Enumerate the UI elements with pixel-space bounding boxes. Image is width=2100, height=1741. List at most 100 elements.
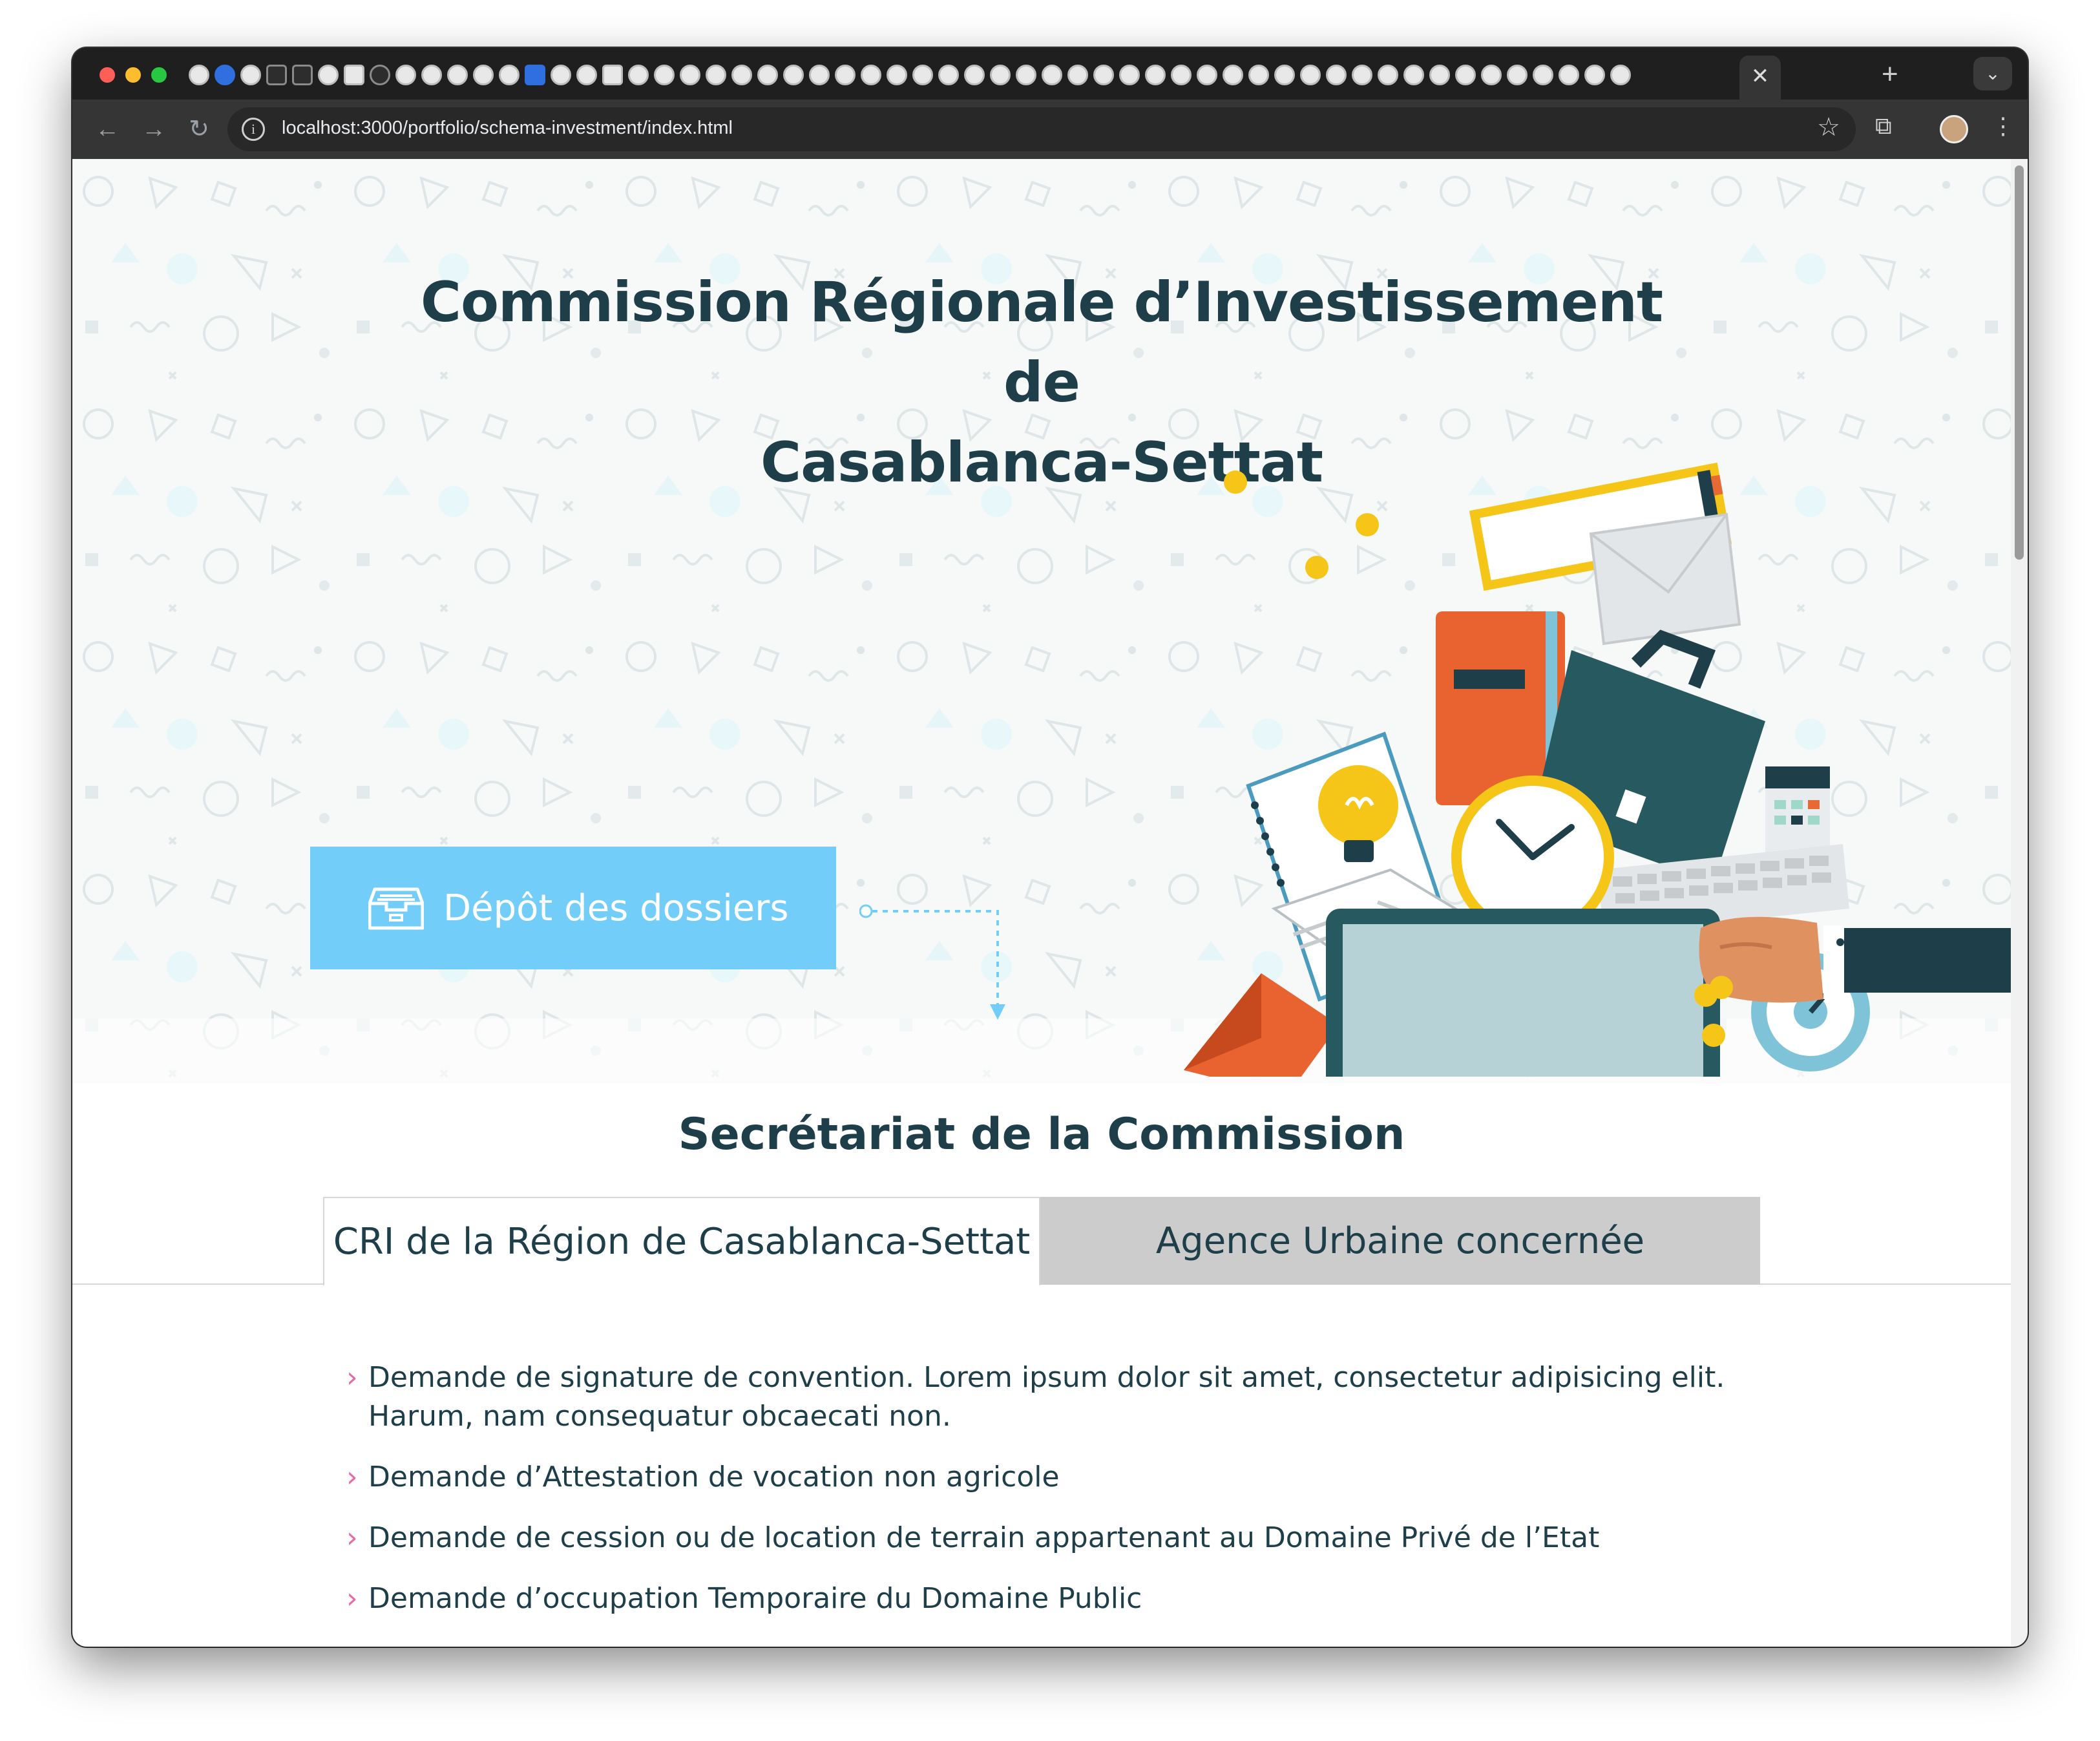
title-line-1: Commission Régionale d’Investissement de bbox=[420, 270, 1663, 415]
page-scrollbar[interactable] bbox=[2011, 159, 2028, 1647]
active-tab-close-button[interactable]: ✕ bbox=[1739, 56, 1781, 100]
site-info-icon[interactable]: i bbox=[242, 118, 265, 141]
tab-favicon[interactable] bbox=[680, 65, 700, 85]
tab-favicon[interactable] bbox=[757, 65, 778, 85]
tab-favicon[interactable] bbox=[809, 65, 830, 85]
dashed-down-arrow-icon bbox=[872, 910, 1005, 1020]
tab-favicon[interactable] bbox=[1145, 65, 1166, 85]
tab-favicon[interactable] bbox=[240, 65, 261, 85]
close-window-button[interactable] bbox=[100, 67, 115, 83]
tab-favicon[interactable] bbox=[1016, 65, 1036, 85]
tab-favicon[interactable] bbox=[628, 65, 649, 85]
profile-avatar[interactable] bbox=[1940, 115, 1968, 143]
tab-favicon[interactable] bbox=[1559, 65, 1579, 85]
pinned-tabs bbox=[189, 62, 1631, 88]
chevron-right-icon: › bbox=[346, 1521, 358, 1554]
tab-search-chevron-icon[interactable]: ⌄ bbox=[1973, 57, 2012, 90]
tab-favicon[interactable] bbox=[731, 65, 752, 85]
tab-favicon[interactable] bbox=[1248, 65, 1269, 85]
tab-favicon[interactable] bbox=[1610, 65, 1631, 85]
tab-favicon[interactable] bbox=[525, 65, 545, 85]
minimize-window-button[interactable] bbox=[125, 67, 141, 83]
list-item: › Demande de cession ou de location de t… bbox=[346, 1519, 1768, 1557]
tab-favicon[interactable] bbox=[912, 65, 933, 85]
tab-favicon[interactable] bbox=[551, 65, 571, 85]
tab-favicon[interactable] bbox=[938, 65, 959, 85]
tab-favicon[interactable] bbox=[1274, 65, 1295, 85]
tab-favicon[interactable] bbox=[1171, 65, 1192, 85]
url-text[interactable]: localhost:3000/portfolio/schema-investme… bbox=[282, 118, 733, 139]
tab-favicon[interactable] bbox=[1507, 65, 1528, 85]
chevron-right-icon: › bbox=[346, 1461, 358, 1493]
tab-agence-urbaine[interactable]: Agence Urbaine concernée bbox=[1040, 1197, 1760, 1285]
tab-favicon[interactable] bbox=[964, 65, 985, 85]
tab-favicon[interactable] bbox=[783, 65, 804, 85]
tab-favicon[interactable] bbox=[602, 65, 623, 85]
tab-favicon[interactable] bbox=[990, 65, 1011, 85]
tab-favicon[interactable] bbox=[1300, 65, 1321, 85]
tab-favicon[interactable] bbox=[1481, 65, 1502, 85]
browser-toolbar: ← → ↻ i localhost:3000/portfolio/schema-… bbox=[72, 100, 2028, 159]
list-item-text: Demande de signature de convention. Lore… bbox=[368, 1361, 1725, 1394]
tab-favicon[interactable] bbox=[499, 65, 520, 85]
menu-kebab-icon[interactable]: ⋮ bbox=[1991, 112, 2015, 140]
tab-strip: ✕ + ⌄ bbox=[72, 48, 2028, 100]
tab-favicon[interactable] bbox=[189, 65, 209, 85]
tab-favicon[interactable] bbox=[370, 65, 390, 85]
list-item: › Demande d’occupation Temporaire du Dom… bbox=[346, 1579, 1768, 1618]
demandes-list: › Demande de signature de convention. Lo… bbox=[346, 1358, 1768, 1640]
tab-favicon[interactable] bbox=[421, 65, 442, 85]
chevron-right-icon: › bbox=[346, 1582, 358, 1615]
depot-dossiers-button[interactable]: Dépôt des dossiers bbox=[310, 847, 836, 969]
tab-favicon[interactable] bbox=[1584, 65, 1605, 85]
tab-favicon[interactable] bbox=[1093, 65, 1114, 85]
tab-favicon[interactable] bbox=[395, 65, 416, 85]
tab-favicon[interactable] bbox=[318, 65, 339, 85]
tab-favicon[interactable] bbox=[835, 65, 856, 85]
tab-favicon[interactable] bbox=[1533, 65, 1553, 85]
tab-favicon[interactable] bbox=[1455, 65, 1476, 85]
tab-cri-region[interactable]: CRI de la Région de Casablanca-Settat bbox=[323, 1197, 1040, 1286]
tab-favicon[interactable] bbox=[1352, 65, 1372, 85]
business-tools-illustration bbox=[1184, 462, 2011, 1077]
tab-favicon[interactable] bbox=[1197, 65, 1217, 85]
list-item-text: Demande d’occupation Temporaire du Domai… bbox=[368, 1582, 1142, 1615]
tab-favicon[interactable] bbox=[861, 65, 881, 85]
tab-favicon[interactable] bbox=[1067, 65, 1088, 85]
browser-window: ✕ + ⌄ ← → ↻ i localhost:3000/portfolio/s… bbox=[72, 48, 2028, 1647]
tab-favicon[interactable] bbox=[266, 65, 287, 85]
chevron-right-icon: › bbox=[346, 1361, 358, 1394]
list-item: › Demande d’Attestation de vocation non … bbox=[346, 1458, 1768, 1497]
forward-arrow-icon[interactable]: → bbox=[137, 112, 171, 146]
tab-favicon[interactable] bbox=[473, 65, 494, 85]
tab-favicon[interactable] bbox=[706, 65, 726, 85]
tab-favicon[interactable] bbox=[1223, 65, 1243, 85]
tab-favicon[interactable] bbox=[1119, 65, 1140, 85]
scrollbar-thumb[interactable] bbox=[2015, 165, 2024, 560]
extensions-puzzle-icon[interactable]: ⧉ bbox=[1875, 112, 1892, 140]
list-item-text-continued: Harum, nam consequatur obcaecati non. bbox=[368, 1400, 951, 1433]
tab-favicon[interactable] bbox=[215, 65, 235, 85]
inbox-tray-icon bbox=[368, 887, 424, 930]
tab-favicon[interactable] bbox=[1326, 65, 1347, 85]
back-arrow-icon[interactable]: ← bbox=[90, 112, 124, 146]
tab-favicon[interactable] bbox=[1403, 65, 1424, 85]
section-title: Secrétariat de la Commission bbox=[678, 1109, 1405, 1160]
tab-favicon[interactable] bbox=[292, 65, 313, 85]
tab-favicon[interactable] bbox=[887, 65, 907, 85]
tab-favicon[interactable] bbox=[654, 65, 675, 85]
depot-dossiers-label: Dépôt des dossiers bbox=[443, 887, 789, 929]
tab-favicon[interactable] bbox=[1378, 65, 1398, 85]
tab-favicon[interactable] bbox=[1429, 65, 1450, 85]
new-tab-button[interactable]: + bbox=[1882, 58, 1898, 90]
list-item: › Demande de signature de convention. Lo… bbox=[346, 1358, 1768, 1436]
tab-favicon[interactable] bbox=[576, 65, 597, 85]
bookmark-star-icon[interactable]: ☆ bbox=[1817, 112, 1840, 142]
page-viewport: Commission Régionale d’Investissement de… bbox=[72, 159, 2011, 1647]
maximize-window-button[interactable] bbox=[151, 67, 167, 83]
tab-favicon[interactable] bbox=[344, 65, 364, 85]
address-bar[interactable]: i localhost:3000/portfolio/schema-invest… bbox=[227, 107, 1856, 151]
tab-favicon[interactable] bbox=[447, 65, 468, 85]
tab-favicon[interactable] bbox=[1042, 65, 1062, 85]
reload-icon[interactable]: ↻ bbox=[182, 112, 216, 146]
